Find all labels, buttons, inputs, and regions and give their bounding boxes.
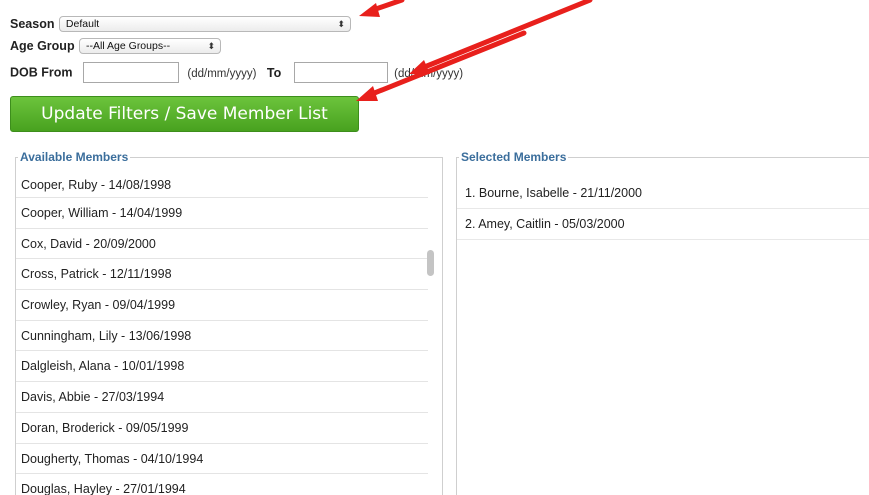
list-item[interactable]: Doran, Broderick - 09/05/1999 — [16, 413, 428, 444]
selected-members-panel: Selected Members 1. Bourne, Isabelle - 2… — [456, 150, 869, 495]
available-members-legend: Available Members — [20, 150, 129, 164]
scrollbar-thumb[interactable] — [427, 250, 434, 276]
list-item[interactable]: 1. Bourne, Isabelle - 21/11/2000 — [457, 178, 869, 209]
list-item[interactable]: Cooper, William - 14/04/1999 — [16, 198, 428, 229]
dob-to-input[interactable] — [293, 62, 388, 83]
dob-row: DOB From (dd/mm/yyyy) To (dd/mm/yyyy) — [10, 62, 463, 83]
list-item[interactable]: Douglas, Hayley - 27/01/1994 — [16, 474, 428, 495]
list-item[interactable]: Crowley, Ryan - 09/04/1999 — [16, 290, 428, 321]
list-item[interactable]: Dalgleish, Alana - 10/01/1998 — [16, 351, 428, 383]
available-members-list[interactable]: Cooper, Ruby - 14/08/1998 Cooper, William… — [16, 176, 442, 495]
age-group-label: Age Group — [10, 39, 75, 53]
age-group-selected-value: --All Age Groups-- — [86, 39, 171, 52]
list-item[interactable]: 2. Amey, Caitlin - 05/03/2000 — [457, 209, 869, 240]
available-members-panel: Available Members Cooper, Ruby - 14/08/1… — [15, 150, 443, 495]
dob-to-format-hint: (dd/mm/yyyy) — [394, 67, 464, 80]
age-group-row: Age Group --All Age Groups-- ⬍ — [10, 37, 222, 55]
dob-from-format-hint: (dd/mm/yyyy) — [187, 67, 257, 80]
season-label: Season — [10, 17, 55, 31]
age-group-select[interactable]: --All Age Groups-- ⬍ — [79, 37, 222, 54]
season-selected-value: Default — [65, 17, 100, 30]
dob-to-label: To — [266, 65, 282, 80]
list-item[interactable]: Dougherty, Thomas - 04/10/1994 — [16, 444, 428, 475]
dob-from-input[interactable] — [82, 62, 179, 83]
list-item[interactable]: Cooper, Ruby - 14/08/1998 — [16, 176, 428, 198]
selected-members-list[interactable]: 1. Bourne, Isabelle - 21/11/2000 2. Amey,… — [457, 178, 869, 495]
list-item[interactable]: Cross, Patrick - 12/11/1998 — [16, 259, 428, 291]
dob-from-label: DOB From — [10, 65, 73, 80]
select-arrows-icon: ⬍ — [207, 40, 216, 51]
season-select[interactable]: Default ⬍ — [58, 15, 351, 32]
selected-members-legend: Selected Members — [461, 150, 567, 164]
list-item[interactable]: Cox, David - 20/09/2000 — [16, 229, 428, 260]
annotation-arrow-season — [359, 0, 405, 17]
available-members-scrollbar[interactable] — [425, 180, 435, 495]
list-item[interactable]: Cunningham, Lily - 13/06/1998 — [16, 321, 428, 352]
list-item[interactable]: Davis, Abbie - 27/03/1994 — [16, 382, 428, 413]
update-filters-button[interactable]: Update Filters / Save Member List — [10, 96, 359, 132]
select-arrows-icon: ⬍ — [337, 18, 345, 29]
season-row: Season Default ⬍ — [10, 15, 351, 33]
